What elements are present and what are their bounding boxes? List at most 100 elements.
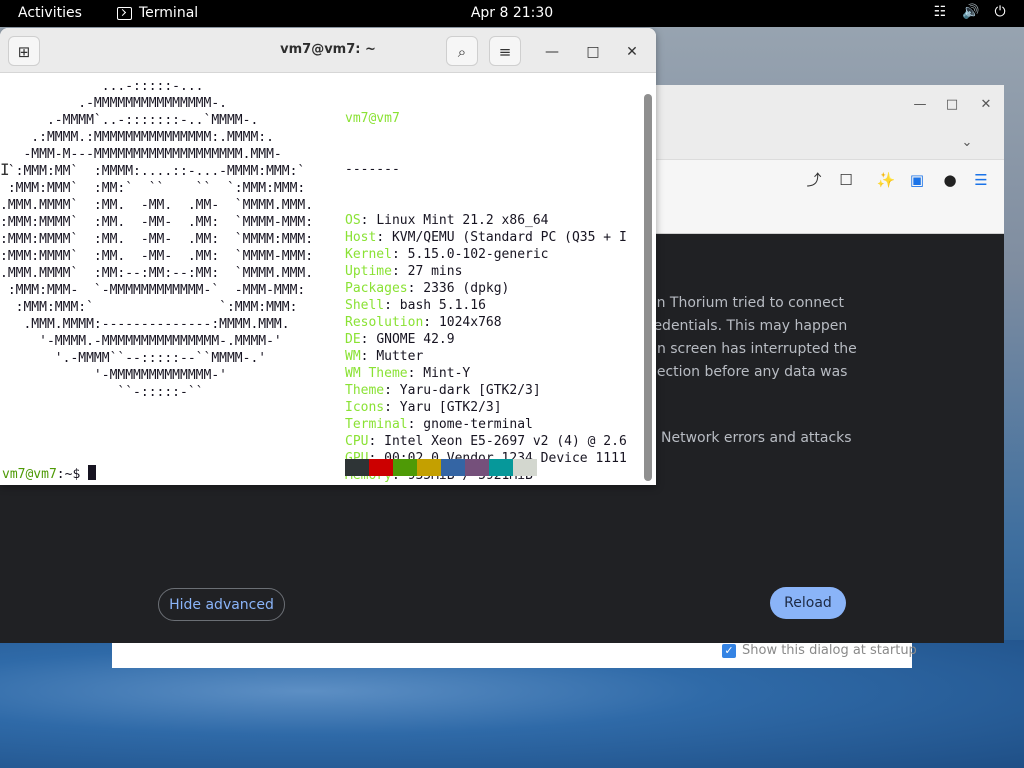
info-key: OS	[345, 213, 361, 228]
ascii-logo: ...-:::::-... .-MMMMMMMMMMMMMMM-. .-MMMM…	[0, 78, 313, 401]
ascii-line: :MMM:MMMM` :MM. -MM- .MM: `MMMM-MMM:	[0, 249, 314, 264]
info-key: WM Theme	[345, 366, 408, 381]
app-name: Terminal	[139, 5, 199, 21]
info-value: GNOME 42.9	[376, 332, 455, 347]
ascii-line: :MMM:MMM:` `:MMM:MMM:	[0, 300, 298, 315]
info-value: 27 mins	[407, 264, 463, 279]
ascii-line: .MMM.MMMM:--------------:MMMM.MMM.	[0, 317, 290, 332]
search-icon[interactable]: ⌕	[446, 36, 478, 66]
reload-button[interactable]: Reload	[770, 587, 846, 619]
info-value: 1024x768	[438, 315, 502, 330]
ascii-line: '.-MMMM``--:::::--``MMMM-.'	[0, 351, 267, 366]
info-row: Uptime: 27 mins	[345, 264, 463, 279]
info-value: Mutter	[376, 349, 424, 364]
color-swatch	[441, 459, 465, 476]
checkbox-checked-icon[interactable]: ✓	[722, 643, 736, 658]
color-swatch	[369, 459, 393, 476]
network-errors-link[interactable]: Network errors and attacks	[661, 427, 852, 450]
info-key: Packages	[345, 281, 408, 296]
maximize-icon[interactable]: □	[581, 40, 605, 64]
show-at-startup-label: Show this dialog at startup	[742, 643, 917, 658]
close-icon[interactable]: ✕	[620, 40, 644, 64]
activities-button[interactable]: Activities	[18, 5, 82, 21]
bookmark-icon[interactable]: ☐	[835, 169, 857, 191]
prompt-user: vm7@vm7	[2, 467, 57, 482]
color-swatch	[489, 459, 513, 476]
ascii-line: ``-:::::-``	[0, 385, 204, 400]
shell-prompt[interactable]: vm7@vm7:~$	[2, 465, 97, 483]
ascii-line: :MMM:MMMM` :MM. -MM- .MM: `MMMM-MMM:	[0, 215, 314, 230]
terminal-output[interactable]: ...-:::::-... .-MMMMMMMMMMMMMMM-. .-MMMM…	[0, 73, 641, 485]
hamburger-menu-icon[interactable]: ≡	[489, 36, 521, 66]
info-row: Theme: Yaru-dark [GTK2/3]	[345, 383, 541, 398]
info-key: Host	[345, 230, 377, 245]
info-value: 5.15.0-102-generic	[407, 247, 549, 262]
info-key: WM	[345, 349, 361, 364]
color-swatch	[417, 459, 441, 476]
info-row: Host: KVM/QEMU (Standard PC (Q35 + I	[345, 230, 627, 245]
info-key: Theme	[345, 383, 385, 398]
text-cursor	[88, 465, 97, 480]
profile-avatar-icon[interactable]: ●	[939, 169, 961, 191]
ascii-line: ...-:::::-...	[0, 79, 204, 94]
ascii-line: :MMM:MMM- `-MMMMMMMMMMMM-` -MMM-MMM:	[0, 283, 306, 298]
minimize-icon[interactable]: —	[910, 95, 930, 115]
info-row: Resolution: 1024x768	[345, 315, 502, 330]
error-description: en Thorium tried to connect redentials. …	[648, 292, 857, 384]
system-info: vm7@vm7 ------- OS: Linux Mint 21.2 x86_…	[345, 76, 627, 485]
info-key: DE	[345, 332, 361, 347]
ascii-line: `:MMM:MM` :MMMM:....::-...-MMMM:MMM:`	[0, 164, 306, 179]
info-value: Linux Mint 21.2 x86_64	[376, 213, 549, 228]
info-key: Uptime	[345, 264, 392, 279]
error-line: redentials. This may happen	[648, 318, 848, 334]
info-row: Kernel: 5.15.0-102-generic	[345, 247, 549, 262]
close-icon[interactable]: ✕	[976, 95, 996, 115]
hide-advanced-button[interactable]: Hide advanced	[158, 588, 285, 621]
info-separator: -------	[345, 162, 400, 177]
info-row: DE: GNOME 42.9	[345, 332, 455, 347]
power-icon[interactable]: ⏻	[992, 4, 1008, 20]
info-key: Shell	[345, 298, 385, 313]
error-line: en Thorium tried to connect	[648, 295, 844, 311]
user-host: vm7@vm7	[345, 111, 400, 126]
info-value: 2336 (dpkg)	[423, 281, 510, 296]
info-row: WM: Mutter	[345, 349, 424, 364]
new-tab-icon[interactable]: ⊞	[8, 36, 40, 66]
error-line: -in screen has interrupted the	[648, 341, 857, 357]
minimize-icon[interactable]: —	[540, 40, 564, 64]
color-swatch	[513, 459, 537, 476]
info-row: Icons: Yaru [GTK2/3]	[345, 400, 502, 415]
ascii-line: :MMM:MMM` :MM:` `` `` `:MMM:MMM:	[0, 181, 306, 196]
share-icon[interactable]: ⤴	[803, 169, 825, 191]
app-menu[interactable]: Terminal	[117, 5, 198, 21]
ascii-line: -MMM-M---MMMMMMMMMMMMMMMMMMM.MMM-	[0, 147, 282, 162]
volume-icon[interactable]: 🔊	[962, 4, 979, 20]
info-value: Mint-Y	[423, 366, 471, 381]
clock[interactable]: Apr 8 21:30	[471, 5, 553, 21]
network-icon[interactable]: ☷	[932, 4, 948, 20]
ascii-line: .MMM.MMMM` :MM:--:MM:--:MM: `MMMM.MMM.	[0, 266, 314, 281]
ascii-line: .:MMMM.:MMMMMMMMMMMMMMM:.MMMM:.	[0, 130, 274, 145]
info-row: WM Theme: Mint-Y	[345, 366, 471, 381]
info-key: Resolution	[345, 315, 424, 330]
ascii-line: .MMM.MMMM` :MM. -MM. .MM- `MMMM.MMM.	[0, 198, 314, 213]
info-row: OS: Linux Mint 21.2 x86_64	[345, 213, 549, 228]
ascii-line: '-MMMMMMMMMMMMM-'	[0, 368, 227, 383]
color-swatch	[465, 459, 489, 476]
error-line: nection before any data was	[648, 364, 848, 380]
extension-icon[interactable]: ✨	[875, 169, 897, 191]
chevron-down-icon[interactable]: ⌄	[957, 133, 977, 153]
terminal-icon	[117, 6, 132, 20]
maximize-icon[interactable]: □	[942, 95, 962, 115]
info-key: Icons	[345, 400, 385, 415]
info-key: Kernel	[345, 247, 392, 262]
info-value: Yaru-dark [GTK2/3]	[399, 383, 541, 398]
sidebar-icon[interactable]: ▣	[906, 169, 928, 191]
page-background	[0, 484, 570, 643]
color-swatch	[345, 459, 369, 476]
ibeam-cursor-icon: I	[0, 160, 10, 179]
prompt-suffix: :~$	[56, 467, 89, 482]
show-at-startup-checkbox[interactable]: ✓ Show this dialog at startup	[722, 643, 917, 658]
menu-icon[interactable]: ☰	[970, 169, 992, 191]
terminal-scrollbar[interactable]	[644, 94, 652, 481]
